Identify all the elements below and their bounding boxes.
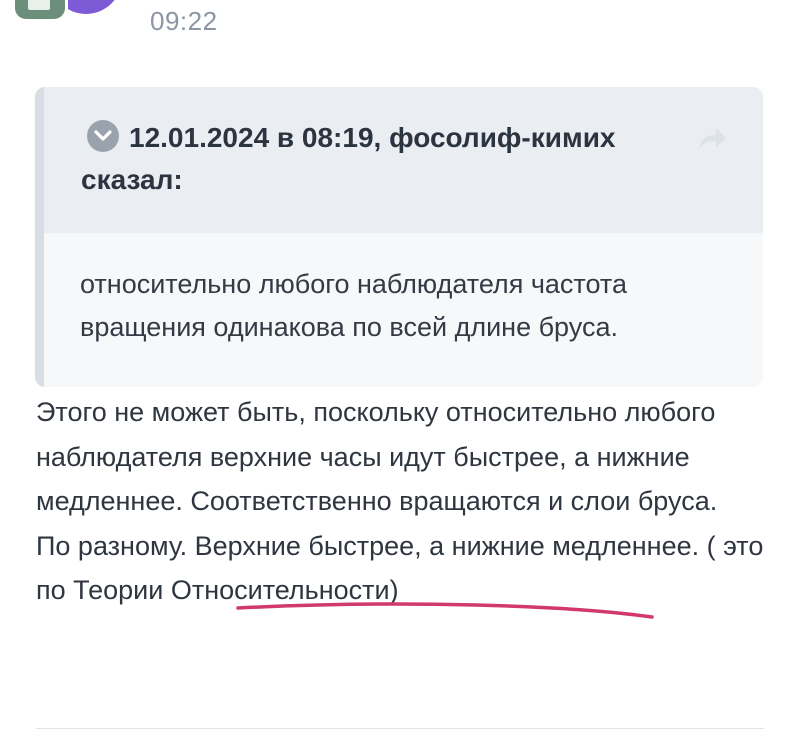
post-content: Этого не может быть, поскольку относител… bbox=[36, 390, 776, 613]
forum-post: 09:22 12.01.2024 в 08:19, фосолиф-кимих … bbox=[0, 0, 797, 750]
quote-bar bbox=[35, 87, 44, 387]
post-time[interactable]: 09:22 bbox=[150, 6, 218, 37]
user-badge-icon bbox=[12, 0, 68, 22]
divider bbox=[36, 728, 764, 729]
quote-block: 12.01.2024 в 08:19, фосолиф-кимих сказал… bbox=[35, 87, 763, 387]
go-to-quote-icon[interactable] bbox=[695, 125, 729, 151]
quote-body: относительно любого наблюдателя частота … bbox=[44, 233, 763, 387]
reply-paragraph: Этого не может быть, поскольку относител… bbox=[36, 397, 718, 516]
handwritten-underline bbox=[236, 602, 654, 619]
quote-header: 12.01.2024 в 08:19, фосолиф-кимих сказал… bbox=[44, 87, 763, 233]
quote-author-meta[interactable]: 12.01.2024 в 08:19, фосолиф-кимих сказал… bbox=[81, 117, 681, 201]
quote-text: относительно любого наблюдателя частота … bbox=[80, 269, 627, 342]
